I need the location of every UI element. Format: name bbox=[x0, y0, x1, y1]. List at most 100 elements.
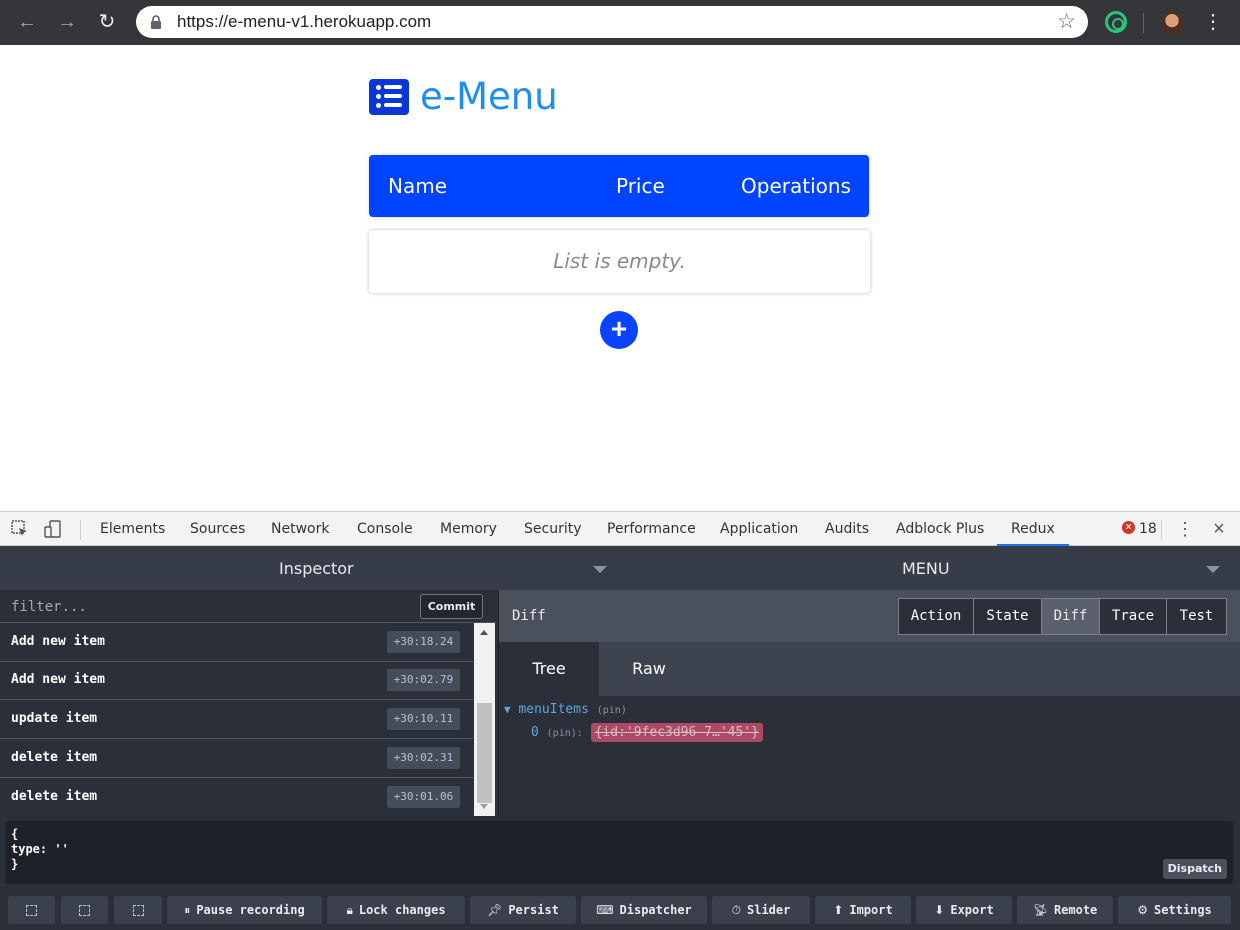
reload-icon[interactable]: ↻ bbox=[94, 9, 120, 35]
dispatch-button[interactable]: Dispatch bbox=[1162, 859, 1227, 879]
redux-header: Inspector MENU bbox=[0, 546, 1240, 590]
monitor-select-inspector[interactable]: Inspector bbox=[279, 546, 354, 592]
export-button[interactable]: ⬇ Export bbox=[916, 896, 1012, 924]
close-devtools-icon[interactable]: × bbox=[1209, 512, 1229, 546]
toolbar-divider bbox=[1143, 13, 1144, 33]
action-name: delete item bbox=[11, 750, 98, 765]
tab-performance[interactable]: Performance bbox=[607, 512, 696, 546]
download-icon: ⬇ bbox=[934, 903, 945, 917]
menu-table-header: Name Price Operations bbox=[369, 155, 869, 217]
chevron-down-icon[interactable] bbox=[593, 566, 607, 573]
settings-button[interactable]: ⚙ Settings bbox=[1118, 896, 1231, 924]
lock-icon bbox=[151, 15, 161, 29]
inspector-mode-tabs: Action State Diff Trace Test bbox=[898, 598, 1227, 635]
dispatcher-button[interactable]: ⌨ Dispatcher bbox=[581, 896, 707, 924]
tab-action[interactable]: Action bbox=[899, 599, 974, 634]
filter-bar: filter... Commit bbox=[0, 590, 496, 623]
list-logo-icon bbox=[369, 79, 409, 115]
filter-input[interactable]: filter... bbox=[11, 590, 87, 624]
pin-link[interactable]: (pin): bbox=[547, 728, 583, 739]
forward-arrow-icon[interactable]: → bbox=[54, 9, 80, 35]
action-list-scrollbar[interactable] bbox=[474, 623, 495, 816]
toolbar-separator bbox=[1161, 520, 1162, 540]
action-row[interactable]: Add new item +30:18.24 bbox=[0, 623, 473, 662]
device-toolbar-icon[interactable] bbox=[44, 520, 62, 538]
upload-icon: ⬆ bbox=[833, 903, 844, 917]
scrollbar-thumb[interactable] bbox=[477, 703, 492, 803]
lock-changes-button[interactable]: 🔒︎ Lock changes bbox=[327, 896, 465, 924]
tab-state[interactable]: State bbox=[974, 599, 1042, 634]
view-tabs: Tree Raw bbox=[499, 642, 1240, 696]
tab-memory[interactable]: Memory bbox=[440, 512, 497, 546]
tab-audits[interactable]: Audits bbox=[825, 512, 869, 546]
tab-sources[interactable]: Sources bbox=[190, 512, 245, 546]
pause-icon: ⏸ bbox=[184, 903, 191, 917]
dispatcher-panel: { type: '' } Dispatch bbox=[5, 821, 1233, 884]
more-vertical-icon[interactable]: ⋮ bbox=[1203, 9, 1223, 35]
dock-left-button[interactable] bbox=[8, 896, 55, 924]
inspector-header: Diff Action State Diff Trace Test bbox=[499, 590, 1240, 642]
devtools-menu-icon[interactable]: ⋮ bbox=[1176, 512, 1194, 546]
action-timestamp: +30:01.06 bbox=[387, 786, 460, 808]
chevron-down-icon[interactable] bbox=[1206, 566, 1220, 573]
tab-raw[interactable]: Raw bbox=[599, 642, 699, 696]
action-name: delete item bbox=[11, 789, 98, 804]
action-timestamp: +30:10.11 bbox=[387, 708, 460, 730]
web-page: e-Menu Name Price Operations List is emp… bbox=[0, 45, 1240, 511]
scroll-down-icon[interactable] bbox=[480, 804, 488, 809]
monitor-label: Diff bbox=[512, 608, 546, 624]
action-row[interactable]: delete item +30:02.31 bbox=[0, 739, 473, 778]
stopwatch-icon: ⏱ bbox=[731, 903, 741, 917]
action-row[interactable]: update item +30:10.11 bbox=[0, 700, 473, 739]
dock-right-icon bbox=[79, 905, 90, 916]
remote-button[interactable]: 📡︎ Remote bbox=[1017, 896, 1113, 924]
error-icon[interactable]: × bbox=[1122, 521, 1135, 534]
profile-avatar[interactable] bbox=[1160, 11, 1184, 35]
action-name: Add new item bbox=[11, 672, 105, 687]
removed-value: {id:'9fec3d96-7…'45'} bbox=[590, 723, 763, 742]
dock-bottom-button[interactable] bbox=[114, 896, 162, 924]
inspect-element-icon[interactable] bbox=[11, 520, 29, 538]
tree-node-menuitems[interactable]: ▼ menuItems (pin) bbox=[504, 702, 627, 717]
dock-right-button[interactable] bbox=[61, 896, 108, 924]
expand-arrow-icon[interactable]: ▼ bbox=[504, 703, 511, 716]
add-item-button[interactable]: + bbox=[600, 311, 638, 349]
tab-redux[interactable]: Redux bbox=[997, 512, 1069, 546]
extension-icon[interactable] bbox=[1105, 11, 1127, 33]
address-bar[interactable]: https://e-menu-v1.herokuapp.com ☆ bbox=[136, 6, 1088, 38]
pin-link[interactable]: (pin) bbox=[597, 705, 627, 716]
redux-toolbar: ⏸ Pause recording 🔒︎ Lock changes 📌︎ Persis… bbox=[0, 890, 1240, 930]
tab-security[interactable]: Security bbox=[524, 512, 582, 546]
tab-diff[interactable]: Diff bbox=[1042, 599, 1100, 634]
dock-bottom-icon bbox=[132, 905, 144, 916]
tab-adblock-plus[interactable]: Adblock Plus bbox=[896, 512, 984, 546]
import-button[interactable]: ⬆ Import bbox=[815, 896, 911, 924]
action-timestamp: +30:18.24 bbox=[387, 631, 460, 653]
tab-test[interactable]: Test bbox=[1167, 599, 1226, 634]
column-header-price: Price bbox=[616, 174, 665, 198]
commit-button[interactable]: Commit bbox=[420, 594, 483, 619]
tab-tree[interactable]: Tree bbox=[499, 642, 599, 696]
broadcast-icon: 📡︎ bbox=[1032, 903, 1048, 917]
tree-node-item-0[interactable]: 0 (pin): {id:'9fec3d96-7…'45'} bbox=[531, 723, 763, 742]
tab-network[interactable]: Network bbox=[271, 512, 329, 546]
tab-elements[interactable]: Elements bbox=[100, 512, 165, 546]
tab-application[interactable]: Application bbox=[720, 512, 798, 546]
pause-recording-button[interactable]: ⏸ Pause recording bbox=[167, 896, 322, 924]
browser-toolbar: ← → ↻ https://e-menu-v1.herokuapp.com ☆ … bbox=[0, 0, 1240, 45]
back-arrow-icon[interactable]: ← bbox=[14, 9, 40, 35]
dock-left-icon bbox=[26, 905, 37, 916]
scroll-up-icon[interactable] bbox=[480, 630, 488, 635]
instance-select-menu[interactable]: MENU bbox=[902, 546, 950, 592]
tab-trace[interactable]: Trace bbox=[1100, 599, 1167, 634]
diff-tree: ▼ menuItems (pin) 0 (pin): {id:'9fec3d96… bbox=[499, 696, 1240, 816]
bookmark-star-icon[interactable]: ☆ bbox=[1057, 9, 1076, 35]
url-text[interactable]: https://e-menu-v1.herokuapp.com bbox=[177, 6, 431, 38]
persist-button[interactable]: 📌︎ Persist bbox=[470, 896, 576, 924]
action-row[interactable]: Add new item +30:02.79 bbox=[0, 661, 473, 700]
action-row[interactable]: delete item +30:01.06 bbox=[0, 778, 473, 816]
dispatcher-editor[interactable]: { type: '' } bbox=[11, 827, 69, 872]
slider-button[interactable]: ⏱ Slider bbox=[712, 896, 810, 924]
tab-console[interactable]: Console bbox=[357, 512, 413, 546]
error-count[interactable]: 18 bbox=[1139, 512, 1157, 546]
